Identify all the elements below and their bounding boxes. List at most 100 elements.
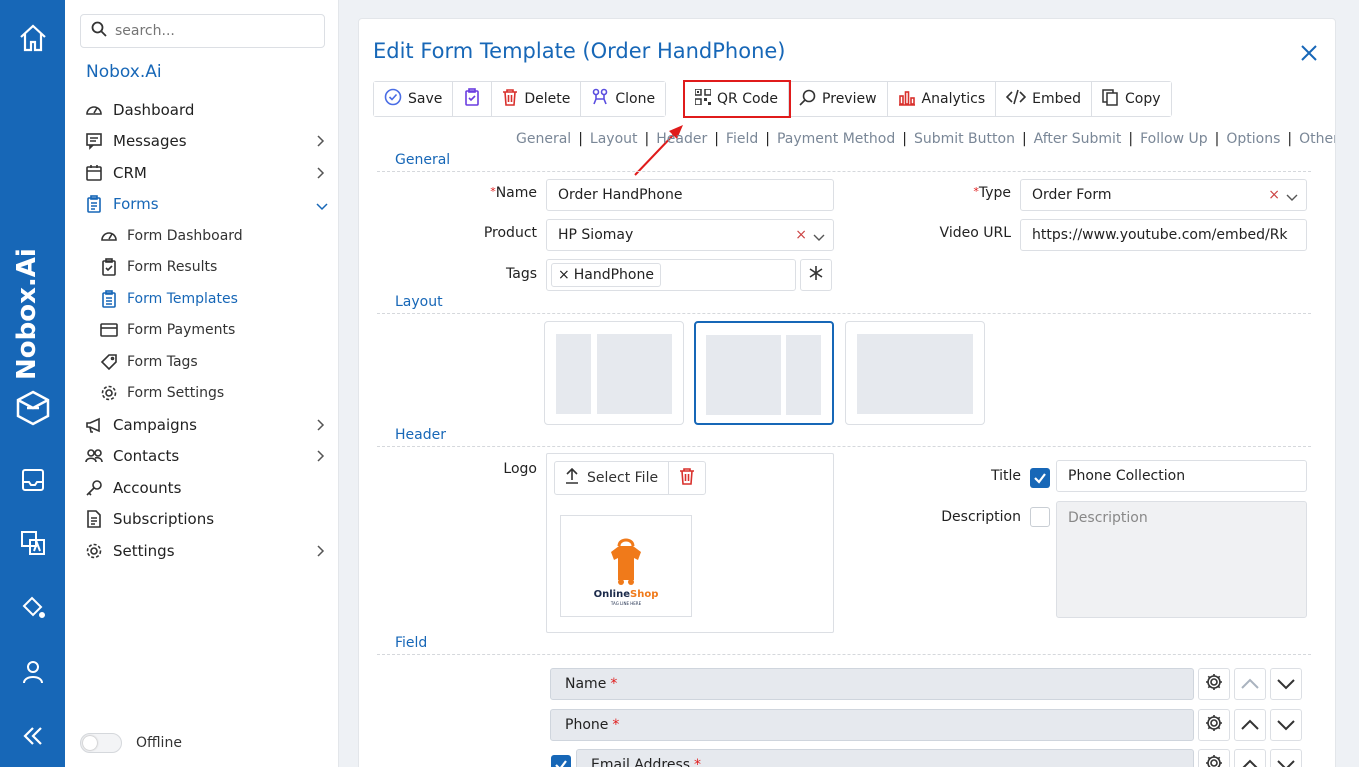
icon-rail: Nobox.Ai [0,0,65,767]
tab-field[interactable]: Field [726,131,758,147]
section-field: Field [377,635,1311,655]
sidebar-item-form-results[interactable]: Form Results [65,252,339,282]
offline-status: Offline [80,733,182,753]
search-icon [799,89,816,110]
inbox-icon[interactable] [0,460,65,500]
sidebar-item-forms[interactable]: Forms [65,189,339,219]
preview-button[interactable]: Preview [789,82,888,116]
logo-label: Logo [503,461,537,477]
chevron-down-icon [1276,716,1296,735]
layout-option-full-width[interactable] [845,321,985,425]
layout-block [857,334,973,414]
key-icon [85,479,103,497]
move-down-button[interactable] [1270,668,1302,700]
online-shop-logo: OnlineShop TAG LINE HERE [594,538,658,606]
analytics-button[interactable]: Analytics [887,82,997,116]
move-up-button[interactable] [1234,709,1266,741]
remove-tag-icon[interactable]: × [558,267,570,283]
sidebar-item-campaigns[interactable]: Campaigns [65,410,339,440]
clear-icon[interactable]: × [1268,187,1280,203]
title-input[interactable]: Phone Collection [1056,460,1307,492]
save-button[interactable]: Save [374,82,454,116]
tab-other[interactable]: Other [1299,131,1335,147]
chevron-right-icon [315,544,325,562]
sidebar-item-contacts[interactable]: Contacts [65,441,339,471]
tab-general[interactable]: General [516,131,571,147]
tab-options[interactable]: Options [1226,131,1280,147]
move-down-button[interactable] [1270,709,1302,741]
tab-follow-up[interactable]: Follow Up [1140,131,1208,147]
section-layout: Layout [377,294,1311,314]
type-select[interactable]: Order Form × [1020,179,1307,211]
sidebar-item-dashboard[interactable]: Dashboard [65,95,339,125]
sidebar-item-subscriptions[interactable]: Subscriptions [65,504,339,534]
select-file-button[interactable]: Select File [555,462,670,494]
move-up-button[interactable] [1234,668,1266,700]
embed-button[interactable]: Embed [996,82,1092,116]
tags-label: Tags [506,266,537,282]
section-general: General [377,152,1311,172]
clear-icon[interactable]: × [795,227,807,243]
tab-layout[interactable]: Layout [590,131,638,147]
tab-after-submit[interactable]: After Submit [1034,131,1122,147]
sidebar-item-form-settings[interactable]: Form Settings [65,378,339,408]
name-input[interactable]: Order HandPhone [546,179,834,211]
description-checkbox[interactable] [1030,507,1050,527]
trash-icon [502,88,518,110]
collapse-icon[interactable] [0,716,65,756]
title-checkbox[interactable] [1030,468,1050,488]
sidebar-item-accounts[interactable]: Accounts [65,473,339,503]
code-icon [1005,89,1027,109]
toolbar-left: Save Delete Clone [373,81,667,117]
tab-payment-method[interactable]: Payment Method [777,131,895,147]
gear-icon [85,542,103,560]
type-label: *Type [973,185,1011,201]
translate-icon[interactable] [0,523,65,563]
tags-input[interactable]: × HandPhone [546,259,796,291]
sidebar-item-crm[interactable]: CRM [65,158,339,188]
sidebar-item-form-dashboard[interactable]: Form Dashboard [65,221,339,251]
search-input[interactable] [115,23,305,39]
sidebar-item-messages[interactable]: Messages [65,126,339,156]
paint-bucket-icon[interactable] [0,587,65,627]
delete-logo-button[interactable] [669,462,705,494]
sidebar-item-form-templates[interactable]: Form Templates [65,284,339,314]
field-settings-button[interactable] [1198,749,1230,767]
copy-button[interactable]: Copy [1092,82,1171,116]
description-textarea[interactable]: Description [1056,501,1307,618]
asterisk-button[interactable] [800,259,832,291]
clone-button[interactable]: Clone [581,82,666,116]
move-down-button[interactable] [1270,749,1302,767]
video-url-input[interactable]: https://www.youtube.com/embed/Rk [1020,219,1307,251]
checklist-button[interactable] [453,82,493,116]
field-row-name[interactable]: Name * [550,668,1194,700]
field-row-email[interactable]: Email Address * [576,749,1194,767]
product-select[interactable]: HP Siomay × [546,219,834,251]
sidebar-item-settings[interactable]: Settings [65,536,339,566]
field-row-phone[interactable]: Phone * [550,709,1194,741]
crm-icon [85,164,103,182]
copy-icon [1102,88,1119,110]
home-icon[interactable] [0,18,65,58]
search-box[interactable] [80,14,325,48]
chevron-up-icon [1240,756,1260,767]
move-up-button[interactable] [1234,749,1266,767]
layout-option-right-sidebar[interactable] [694,321,834,425]
title-label: Title [990,468,1021,484]
field-settings-button[interactable] [1198,709,1230,741]
tab-submit-button[interactable]: Submit Button [914,131,1015,147]
offline-toggle[interactable] [80,733,122,753]
chevron-right-icon [315,418,325,436]
layout-option-left-sidebar[interactable] [544,321,684,425]
field-settings-button[interactable] [1198,668,1230,700]
sidebar-item-form-tags[interactable]: Form Tags [65,347,339,377]
sidebar-item-form-payments[interactable]: Form Payments [65,315,339,345]
user-icon[interactable] [0,652,65,692]
close-icon[interactable] [1297,41,1321,65]
delete-button[interactable]: Delete [492,82,582,116]
tab-header[interactable]: Header [656,131,707,147]
megaphone-icon [85,416,103,434]
bar-chart-icon [898,88,916,110]
org-name: Nobox.Ai [86,62,162,82]
email-field-checkbox[interactable] [551,755,571,767]
